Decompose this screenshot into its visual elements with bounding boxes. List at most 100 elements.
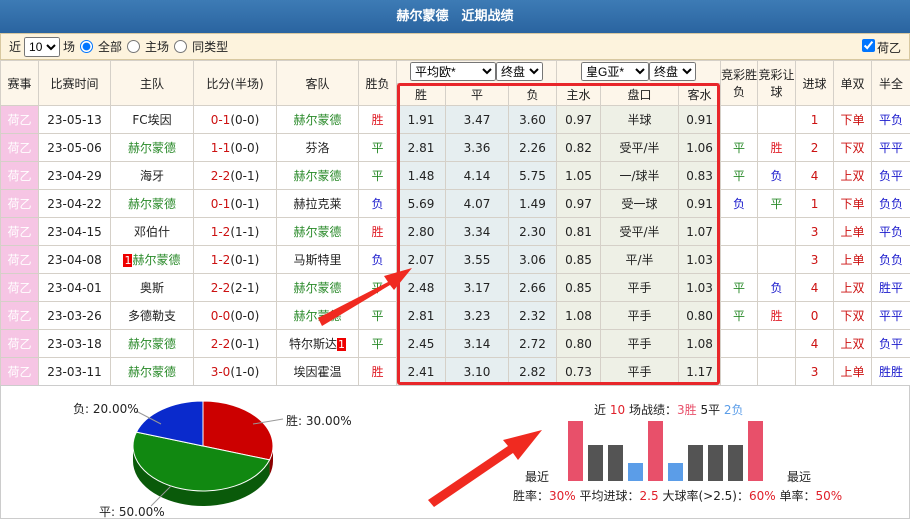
radio-home[interactable]	[127, 40, 140, 53]
eu-company-select[interactable]: 平均欧*	[410, 62, 496, 81]
score-cell[interactable]: 1-2(1-1)	[194, 218, 277, 246]
home-team[interactable]: 邓伯什	[111, 218, 194, 246]
league-cell[interactable]: 荷乙	[1, 274, 39, 302]
away-water: 1.06	[679, 134, 721, 162]
away-water: 1.08	[679, 330, 721, 358]
league-cell[interactable]: 荷乙	[1, 162, 39, 190]
away-team[interactable]: 马斯特里	[277, 246, 359, 274]
jc-result	[721, 106, 758, 134]
league-cell[interactable]: 荷乙	[1, 330, 39, 358]
score-cell[interactable]: 2-2(2-1)	[194, 274, 277, 302]
league-cell[interactable]: 荷乙	[1, 302, 39, 330]
league-cell[interactable]: 荷乙	[1, 134, 39, 162]
odds-draw: 3.23	[446, 302, 509, 330]
result-cell: 负	[359, 246, 397, 274]
goals-cell: 4	[796, 330, 834, 358]
jc-handicap	[758, 246, 796, 274]
home-team[interactable]: FC埃因	[111, 106, 194, 134]
page-title: 赫尔蒙德 近期战绩	[0, 0, 910, 33]
header-league: 赛事	[1, 61, 39, 106]
league-checkbox[interactable]	[862, 39, 875, 52]
league-cell[interactable]: 荷乙	[1, 246, 39, 274]
away-team[interactable]: 特尔斯达1	[277, 330, 359, 358]
odds-draw: 4.14	[446, 162, 509, 190]
home-water: 0.85	[557, 274, 601, 302]
away-team[interactable]: 赫尔蒙德	[277, 302, 359, 330]
radio-same-type[interactable]	[174, 40, 187, 53]
result-bar-loss	[628, 463, 643, 481]
score-cell[interactable]: 3-0(1-0)	[194, 358, 277, 386]
odd-even-cell: 上双	[834, 274, 872, 302]
away-team[interactable]: 赫拉克莱	[277, 190, 359, 218]
league-cell[interactable]: 荷乙	[1, 106, 39, 134]
jc-result	[721, 358, 758, 386]
red-card-badge: 1	[337, 338, 346, 351]
score-cell[interactable]: 1-2(0-1)	[194, 246, 277, 274]
odd-even-cell: 下单	[834, 106, 872, 134]
table-row: 荷乙23-03-18赫尔蒙德2-2(0-1)特尔斯达1平2.453.142.72…	[1, 330, 910, 358]
away-water: 0.91	[679, 106, 721, 134]
summary-wins: 3胜	[677, 403, 697, 417]
asian-company-select[interactable]: 皇G亚*	[581, 62, 649, 81]
half-full-cell: 平平	[872, 302, 910, 330]
home-team[interactable]: 多德勒支	[111, 302, 194, 330]
away-team[interactable]: 埃因霍温	[277, 358, 359, 386]
half-full-cell: 负负	[872, 246, 910, 274]
odds-win: 2.48	[397, 274, 446, 302]
header-time: 比赛时间	[39, 61, 111, 106]
home-water: 0.73	[557, 358, 601, 386]
score-cell[interactable]: 0-0(0-0)	[194, 302, 277, 330]
league-cell[interactable]: 荷乙	[1, 218, 39, 246]
jc-handicap	[758, 330, 796, 358]
result-cell: 平	[359, 330, 397, 358]
match-table: 赛事 比赛时间 主队 比分(半场) 客队 胜负 平均欧*终盘 皇G亚*终盘 竞彩…	[0, 60, 910, 386]
league-cell[interactable]: 荷乙	[1, 358, 39, 386]
result-bar-draw	[588, 445, 603, 481]
handicap: 平手	[601, 330, 679, 358]
odds-loss: 5.75	[509, 162, 557, 190]
home-team[interactable]: 海牙	[111, 162, 194, 190]
away-team[interactable]: 赫尔蒙德	[277, 218, 359, 246]
summary-draws: 5平	[700, 403, 720, 417]
header-goals: 进球	[796, 61, 834, 106]
home-team[interactable]: 奥斯	[111, 274, 194, 302]
handicap: 受平/半	[601, 134, 679, 162]
eu-type-select[interactable]: 终盘	[496, 62, 543, 81]
result-bar-draw	[728, 445, 743, 481]
away-team[interactable]: 赫尔蒙德	[277, 162, 359, 190]
score-cell[interactable]: 0-1(0-1)	[194, 190, 277, 218]
score-cell[interactable]: 2-2(0-1)	[194, 162, 277, 190]
radio-all[interactable]	[80, 40, 93, 53]
home-water: 0.81	[557, 218, 601, 246]
filter-prefix: 近	[9, 38, 21, 55]
away-team[interactable]: 赫尔蒙德	[277, 274, 359, 302]
home-team[interactable]: 赫尔蒙德	[111, 330, 194, 358]
asian-type-select[interactable]: 终盘	[649, 62, 696, 81]
score-cell[interactable]: 1-1(0-0)	[194, 134, 277, 162]
odds-loss: 2.66	[509, 274, 557, 302]
home-team[interactable]: 赫尔蒙德	[111, 134, 194, 162]
away-water: 1.03	[679, 274, 721, 302]
score-cell[interactable]: 0-1(0-0)	[194, 106, 277, 134]
half-full-cell: 负负	[872, 190, 910, 218]
away-team[interactable]: 赫尔蒙德	[277, 106, 359, 134]
half-full-cell: 平负	[872, 218, 910, 246]
result-cell: 平	[359, 274, 397, 302]
score-cell[interactable]: 2-2(0-1)	[194, 330, 277, 358]
away-water: 1.07	[679, 218, 721, 246]
home-team[interactable]: 赫尔蒙德	[111, 358, 194, 386]
odds-loss: 2.26	[509, 134, 557, 162]
odds-win: 2.41	[397, 358, 446, 386]
table-row: 荷乙23-04-081赫尔蒙德1-2(0-1)马斯特里负2.073.553.06…	[1, 246, 910, 274]
league-cell[interactable]: 荷乙	[1, 190, 39, 218]
result-bar-draw	[708, 445, 723, 481]
home-team[interactable]: 1赫尔蒙德	[111, 246, 194, 274]
away-team[interactable]: 芬洛	[277, 134, 359, 162]
match-count-select[interactable]: 10	[24, 37, 60, 57]
odds-draw: 3.34	[446, 218, 509, 246]
radio-home-label: 主场	[145, 38, 169, 55]
pie-loss-label: 负: 20.00%	[73, 400, 139, 417]
home-water: 0.82	[557, 134, 601, 162]
odds-loss: 2.72	[509, 330, 557, 358]
home-team[interactable]: 赫尔蒙德	[111, 190, 194, 218]
